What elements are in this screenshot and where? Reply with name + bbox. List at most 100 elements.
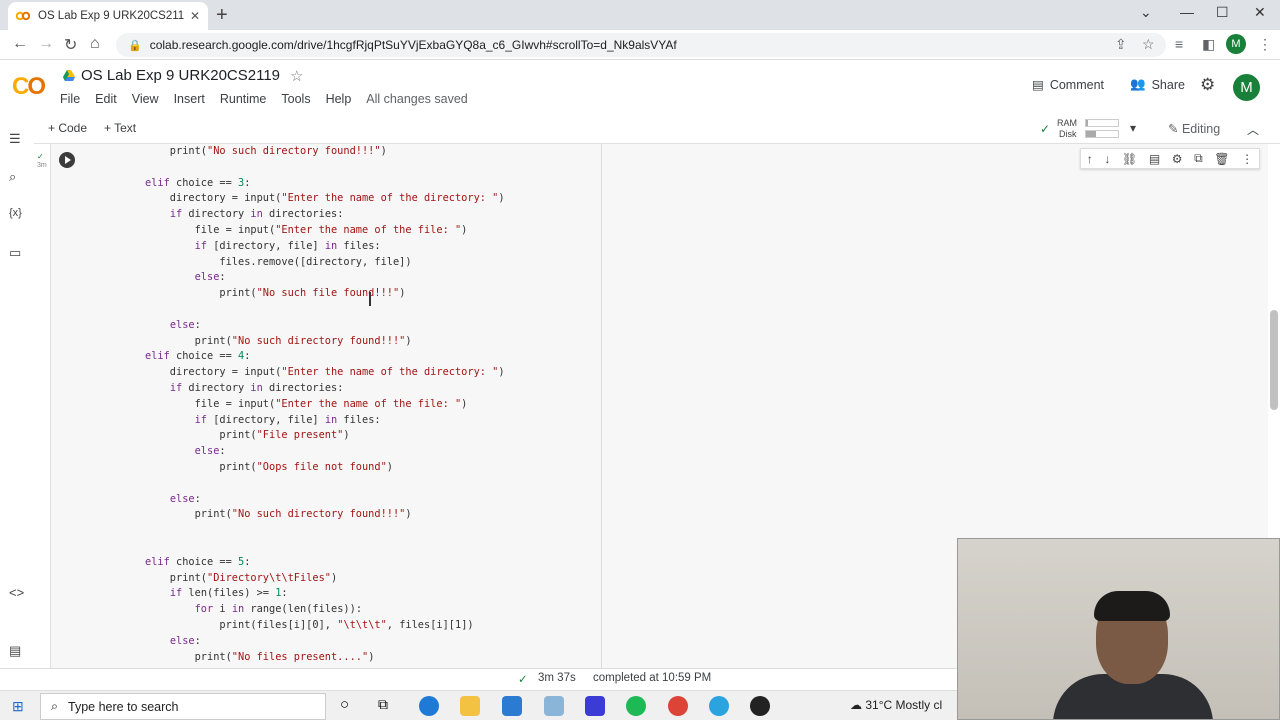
bookmark-star-icon[interactable]: ☆ (1142, 36, 1155, 53)
side-panel-icon[interactable]: ◧ (1202, 36, 1215, 53)
cortana-icon[interactable]: ○ (340, 696, 349, 713)
menu-runtime[interactable]: Runtime (220, 92, 267, 106)
code-line: print(files[i][0], "\t\t\t", files[i][1]… (145, 618, 474, 631)
share-page-icon[interactable]: ⇪ (1115, 36, 1127, 53)
table-of-contents-icon[interactable]: ☰ (9, 131, 21, 147)
windows-start-icon[interactable]: ⊞ (12, 698, 24, 715)
close-tab-icon[interactable]: ✕ (190, 9, 200, 23)
menu-edit[interactable]: Edit (95, 92, 117, 106)
file-explorer-icon[interactable] (460, 696, 480, 716)
weather-widget[interactable]: ☁ 31°C Mostly cl (850, 698, 942, 712)
menu-insert[interactable]: Insert (174, 92, 205, 106)
visual-studio-icon[interactable] (585, 696, 605, 716)
browser-menu-icon[interactable]: ⋮ (1258, 36, 1272, 53)
code-editor[interactable]: print("No such directory found!!!") elif … (81, 144, 602, 668)
browser-tab[interactable]: OS Lab Exp 9 URK20CS2119 - Co ✕ (8, 2, 208, 30)
obs-icon[interactable] (750, 696, 770, 716)
menu-bar: File Edit View Insert Runtime Tools Help… (60, 92, 483, 106)
code-line: elif choice == 4: (145, 350, 251, 363)
snipping-tool-icon[interactable] (544, 696, 564, 716)
menu-help[interactable]: Help (326, 92, 352, 106)
lock-icon: 🔒 (128, 39, 142, 52)
weather-cloud-icon: ☁ (850, 698, 862, 712)
code-line: files.remove([directory, file]) (145, 255, 412, 268)
disk-bar (1085, 130, 1119, 138)
presenter-hair (1094, 591, 1170, 621)
cell-toolbar: ↑ ↓ ⛓ ▤ ⚙ ⧉ 🗑 ⋮ (1080, 148, 1260, 169)
code-line: elif choice == 5: (145, 555, 251, 568)
code-line: else: (169, 492, 201, 505)
telegram-icon[interactable] (709, 696, 729, 716)
chrome-icon[interactable] (668, 696, 688, 716)
link-icon[interactable]: ⛓ (1122, 152, 1137, 166)
forward-icon[interactable]: → (38, 35, 54, 53)
omnibox[interactable]: 🔒 colab.research.google.com/drive/1hcgfR… (116, 33, 1166, 57)
code-line: if [directory, file] in files: (194, 413, 381, 426)
notebook-title[interactable]: OS Lab Exp 9 URK20CS2119 (81, 67, 280, 84)
code-line: else: (169, 318, 201, 331)
account-avatar[interactable]: M (1233, 74, 1260, 101)
code-line: if [directory, file] in files: (194, 239, 381, 252)
move-up-icon[interactable]: ↑ (1087, 152, 1093, 166)
variables-icon[interactable]: {x} (9, 207, 22, 219)
comment-button[interactable]: ▤ Comment (1032, 77, 1104, 93)
editing-mode-button[interactable]: ✎ Editing (1168, 121, 1220, 136)
more-icon[interactable]: ⋮ (1241, 152, 1253, 166)
new-tab-button[interactable]: + (216, 4, 228, 27)
reading-list-icon[interactable]: ≡ (1175, 36, 1183, 52)
code-line: if directory in directories: (169, 208, 344, 221)
cell-exec-time: 3m (37, 162, 47, 169)
code-line: print("No files present....") (145, 650, 375, 663)
menu-tools[interactable]: Tools (281, 92, 310, 106)
add-code-button[interactable]: + Code (48, 121, 87, 135)
back-icon[interactable]: ← (12, 35, 28, 53)
settings-icon[interactable]: ⚙ (1172, 152, 1183, 166)
runtime-dropdown-icon[interactable]: ▾ (1130, 121, 1136, 135)
mail-icon[interactable] (502, 696, 522, 716)
taskbar-search[interactable]: ⌕ Type here to search (40, 693, 326, 720)
save-status[interactable]: All changes saved (366, 92, 467, 106)
collapse-header-icon[interactable]: ︿ (1247, 121, 1259, 138)
colab-logo[interactable]: CO (12, 73, 46, 101)
editing-label: Editing (1181, 122, 1221, 136)
comment-icon[interactable]: ▤ (1149, 152, 1160, 166)
delete-icon[interactable]: 🗑 (1214, 152, 1229, 166)
code-line: print("No such directory found!!!") (145, 145, 387, 157)
add-text-button[interactable]: + Text (104, 121, 136, 135)
share-button[interactable]: 👥 Share (1130, 77, 1185, 92)
code-line: directory = input("Enter the name of the… (145, 366, 505, 379)
edge-icon[interactable] (419, 696, 439, 716)
code-line: if directory in directories: (169, 381, 344, 394)
scrollbar[interactable] (1270, 310, 1278, 410)
exec-duration[interactable]: 3m 37s (538, 672, 576, 684)
task-view-icon[interactable]: ⧉ (378, 696, 388, 713)
run-cell-button[interactable] (59, 152, 75, 168)
code-line: else: (194, 445, 226, 458)
move-down-icon[interactable]: ↓ (1104, 152, 1110, 166)
search-icon[interactable]: ⌕ (9, 169, 16, 185)
menu-view[interactable]: View (132, 92, 159, 106)
maximize-icon[interactable]: ☐ (1216, 4, 1229, 21)
menu-file[interactable]: File (60, 92, 80, 106)
mirror-icon[interactable]: ⧉ (1194, 151, 1203, 166)
terminal-icon[interactable]: ▤ (9, 643, 21, 659)
star-icon[interactable]: ☆ (290, 67, 303, 85)
folder-icon[interactable]: ▭ (9, 245, 21, 261)
spotify-icon[interactable] (626, 696, 646, 716)
share-label: Share (1151, 77, 1185, 92)
search-icon: ⌕ (51, 699, 59, 713)
browser-profile-avatar[interactable]: M (1226, 34, 1246, 54)
code-line: print("No such directory found!!!") (145, 334, 412, 347)
close-window-icon[interactable]: ✕ (1254, 4, 1266, 21)
connected-check-icon: ✓ (1040, 122, 1051, 136)
code-snippets-icon[interactable]: <> (9, 585, 24, 600)
home-icon[interactable]: ⌂ (90, 35, 100, 53)
minimize-icon[interactable]: — (1180, 4, 1194, 20)
code-text: print("No such directory found!!!") elif … (145, 144, 505, 665)
settings-gear-icon[interactable]: ⚙ (1200, 75, 1215, 95)
reload-icon[interactable]: ↻ (64, 35, 77, 55)
tab-search-icon[interactable]: ⌄ (1140, 4, 1152, 21)
